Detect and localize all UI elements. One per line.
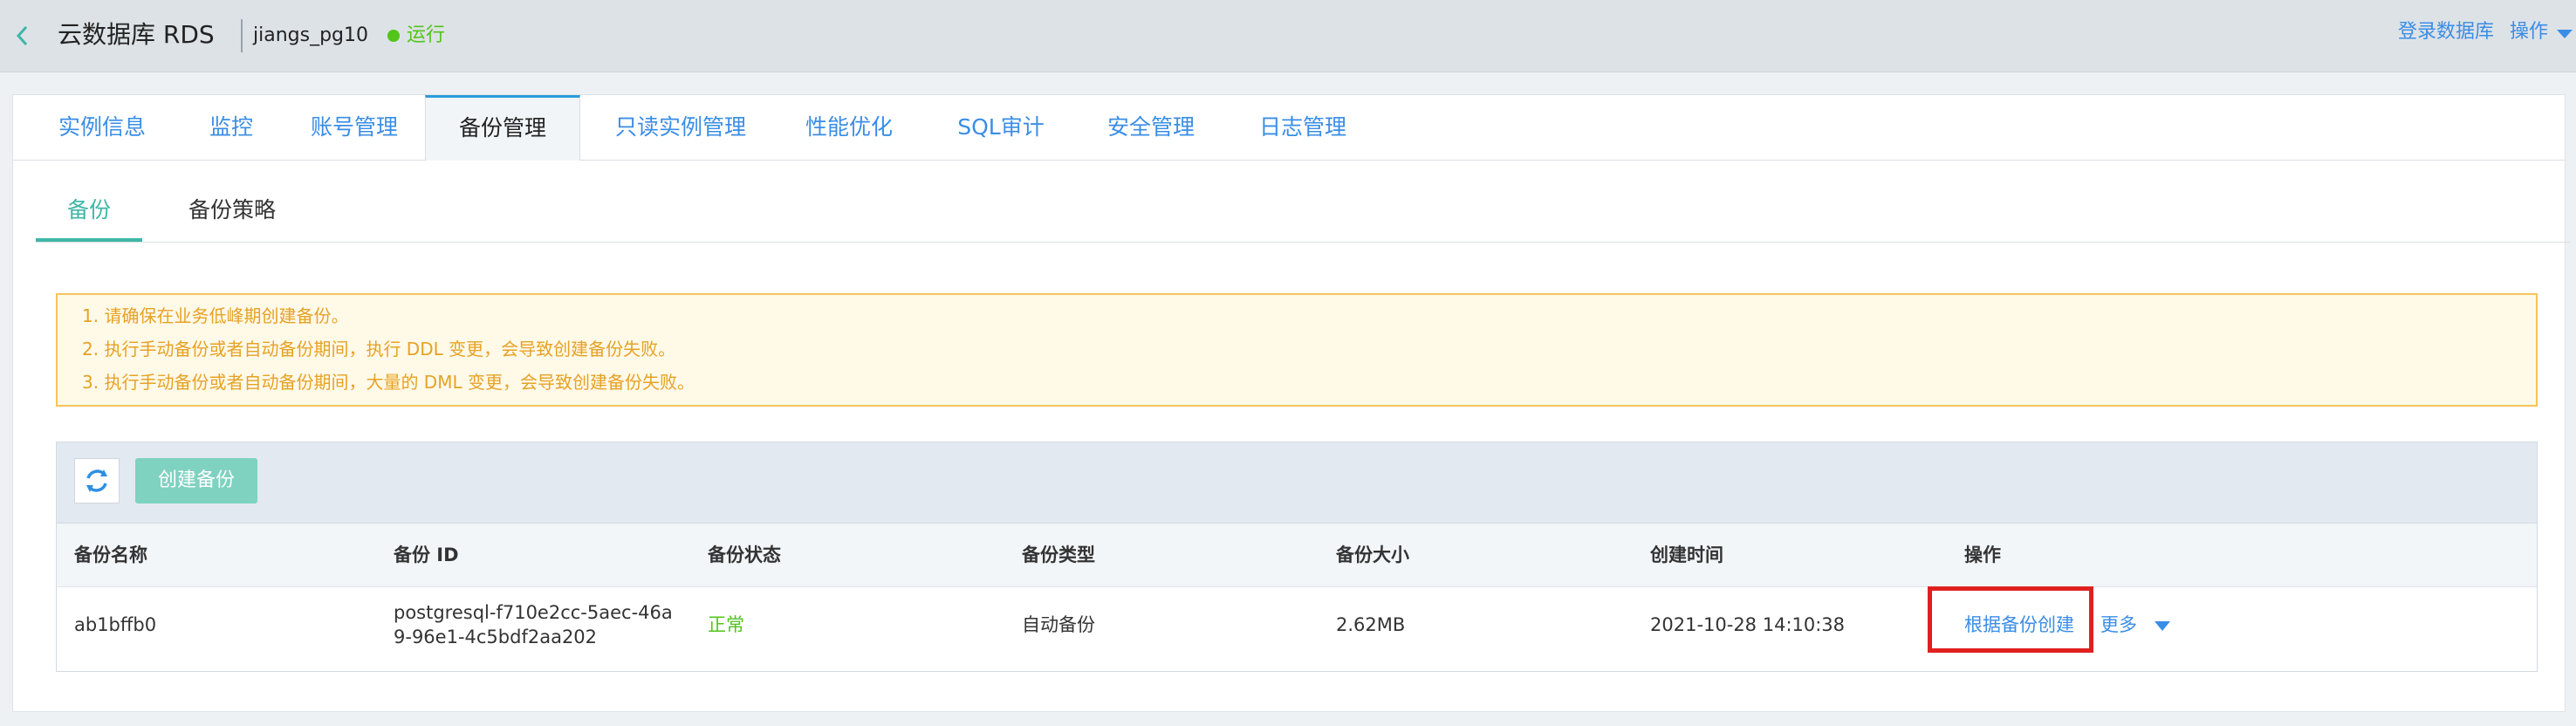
backup-subtabs: 备份 备份策略	[36, 189, 2570, 243]
app-title: 云数据库 RDS	[58, 20, 215, 49]
column-header: 备份类型	[1022, 544, 1095, 565]
backup-status-cell: 正常	[708, 614, 744, 635]
backup-id-cell: 9-96e1-4c5bdf2aa202	[394, 627, 598, 647]
title-divider	[241, 19, 243, 52]
backup-type-cell: 自动备份	[1022, 614, 1095, 635]
tab-instance-info[interactable]: 实例信息	[25, 95, 179, 160]
caret-down-icon[interactable]	[2155, 621, 2170, 631]
subtab-backup-policy[interactable]: 备份策略	[175, 189, 289, 242]
backup-table: 备份名称 备份 ID 备份状态 备份类型 备份大小 创建时间 操作 ab1bff…	[56, 524, 2538, 672]
create-from-backup-link[interactable]: 根据备份创建	[1964, 613, 2074, 637]
notice-line: 3. 执行手动备份或者自动备份期间，大量的 DML 变更，会导致创建备份失败。	[82, 372, 695, 393]
subtab-backup[interactable]: 备份	[36, 189, 142, 242]
table-toolbar: 创建备份	[56, 442, 2538, 524]
column-header: 创建时间	[1650, 544, 1723, 565]
backup-size-cell: 2.62MB	[1336, 614, 1406, 635]
notice-line: 2. 执行手动备份或者自动备份期间，执行 DDL 变更，会导致创建备份失败。	[82, 339, 676, 360]
login-database-link[interactable]: 登录数据库	[2398, 19, 2494, 45]
create-backup-button[interactable]: 创建备份	[135, 458, 257, 503]
instance-name: jiangs_pg10	[253, 24, 368, 46]
status-badge: 运行	[407, 24, 446, 46]
tab-sql-audit[interactable]: SQL审计	[933, 95, 1069, 160]
column-header: 操作	[1964, 544, 2001, 565]
caret-down-icon[interactable]	[2557, 30, 2573, 38]
column-header: 备份大小	[1336, 544, 1409, 565]
table-header: 备份名称 备份 ID 备份状态 备份类型 备份大小 创建时间 操作	[57, 524, 2537, 587]
tab-readonly-instance-management[interactable]: 只读实例管理	[589, 95, 772, 160]
column-header: 备份状态	[708, 544, 781, 565]
tab-log-management[interactable]: 日志管理	[1233, 95, 1373, 160]
tab-security-management[interactable]: 安全管理	[1081, 95, 1221, 160]
refresh-button[interactable]	[74, 458, 120, 503]
column-header: 备份名称	[74, 544, 147, 565]
tab-account-management[interactable]: 账号管理	[284, 95, 425, 160]
tab-backup-management[interactable]: 备份管理	[425, 95, 580, 161]
column-header: 备份 ID	[394, 544, 459, 565]
created-time-cell: 2021-10-28 14:10:38	[1650, 614, 1846, 635]
top-bar: 云数据库 RDS jiangs_pg10 运行 登录数据库 操作	[0, 0, 2576, 72]
backup-notice: 1. 请确保在业务低峰期创建备份。 2. 执行手动备份或者自动备份期间，执行 D…	[56, 293, 2538, 407]
tab-performance-optimization[interactable]: 性能优化	[779, 95, 919, 160]
backup-name-cell: ab1bffb0	[74, 614, 157, 635]
refresh-icon	[86, 469, 107, 492]
notice-line: 1. 请确保在业务低峰期创建备份。	[82, 305, 349, 326]
backup-id-cell: postgresql-f710e2cc-5aec-46a	[394, 602, 673, 623]
main-tabs: 实例信息 监控 账号管理 备份管理 只读实例管理 性能优化 SQL审计 安全管理…	[13, 95, 2565, 161]
tab-monitoring[interactable]: 监控	[179, 95, 284, 160]
more-actions-link[interactable]: 更多	[2100, 613, 2137, 637]
chevron-left-icon[interactable]	[12, 23, 33, 49]
status-dot-icon	[387, 30, 400, 42]
operations-menu-link[interactable]: 操作	[2510, 19, 2548, 45]
